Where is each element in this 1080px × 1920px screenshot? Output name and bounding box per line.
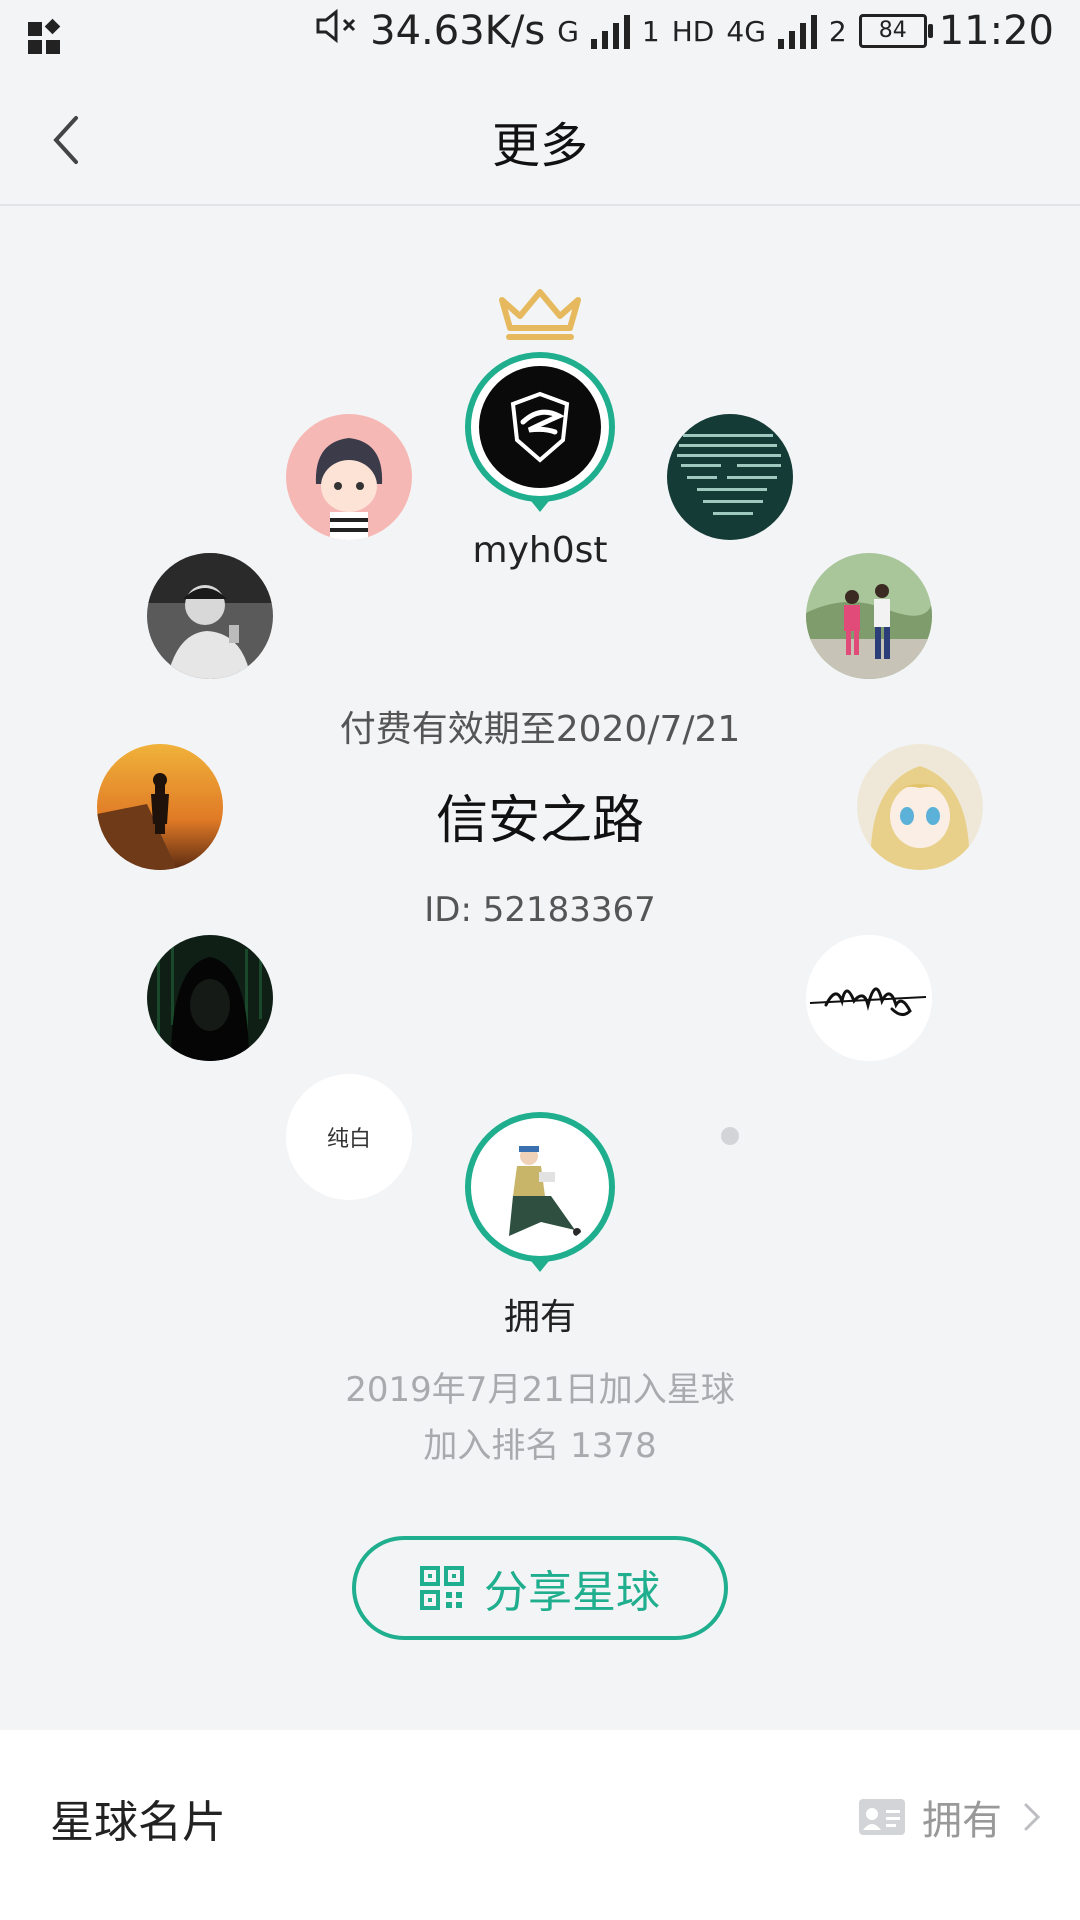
join-date: 2019年7月21日加入星球 — [345, 1370, 735, 1410]
id-card-icon — [859, 1799, 905, 1835]
nav-bar: 更多 — [0, 76, 1080, 206]
status-bar: 34.63K/s G 1 HD 4G 2 84 11:20 — [0, 0, 1080, 76]
battery-icon: 84 — [858, 14, 933, 48]
join-rank: 加入排名 1378 — [423, 1426, 657, 1466]
member-avatar[interactable] — [147, 553, 273, 679]
member-avatar[interactable] — [286, 414, 412, 540]
member-avatar[interactable] — [147, 935, 273, 1061]
my-name: 拥有 — [503, 1297, 576, 1338]
owner-avatar[interactable] — [465, 352, 615, 512]
planet-card-row[interactable]: 星球名片 拥有 — [0, 1730, 1080, 1920]
app-grid-icon — [26, 18, 66, 68]
page-title: 更多 — [491, 118, 588, 174]
sim2-index: 2 — [828, 14, 847, 48]
sim1-type: G — [557, 14, 579, 48]
planet-name: 信安之路 — [435, 791, 644, 851]
hd-label: HD — [671, 14, 715, 48]
sim2-type: 4G — [726, 14, 766, 48]
planet-card-value: 拥有 — [922, 1798, 1002, 1844]
member-avatar[interactable] — [806, 935, 932, 1061]
sim1-index: 1 — [641, 14, 660, 48]
member-avatar[interactable] — [806, 553, 932, 679]
planet-card-label: 星球名片 — [50, 1797, 226, 1848]
signal-icon — [777, 13, 817, 49]
member-avatar-text[interactable]: 纯白 — [286, 1074, 412, 1200]
clock: 11:20 — [938, 8, 1054, 54]
share-planet-button[interactable]: 分享星球 — [352, 1536, 728, 1640]
signal-icon — [590, 13, 630, 49]
planet-id: ID: 52183367 — [424, 890, 656, 930]
my-avatar[interactable] — [465, 1112, 615, 1272]
owner-name: myh0st — [472, 530, 608, 571]
battery-level: 84 — [878, 18, 907, 43]
expiry-text: 付费有效期至2020/7/21 — [339, 709, 741, 750]
crown-icon — [496, 286, 584, 346]
chevron-right-icon — [1024, 1803, 1041, 1831]
mute-icon — [314, 8, 358, 54]
member-avatar-label: 纯白 — [326, 1127, 371, 1152]
net-speed: 34.63K/s — [370, 8, 546, 54]
pagination-dot — [721, 1127, 739, 1145]
member-avatar[interactable] — [667, 414, 793, 540]
share-button-label: 分享星球 — [484, 1567, 660, 1618]
qr-code-icon — [420, 1566, 464, 1610]
